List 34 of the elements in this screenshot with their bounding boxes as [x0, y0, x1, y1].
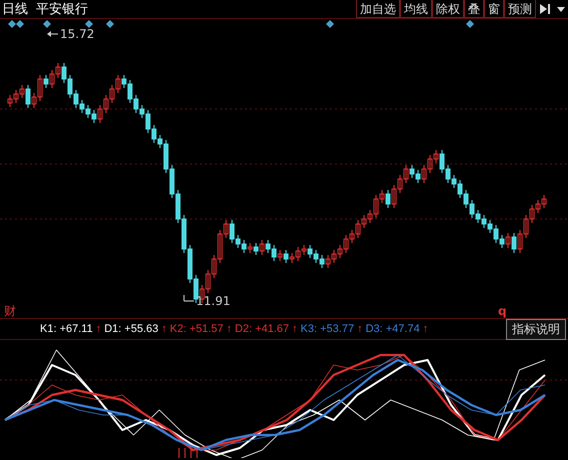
indicator-value: K2: +51.57 — [170, 323, 224, 335]
indicator-value: K3: +53.77 — [300, 323, 354, 335]
toolbar-button[interactable]: 预测 — [504, 0, 536, 18]
toolbar-button[interactable]: 叠 — [464, 0, 484, 18]
up-arrow: ↑ — [422, 323, 428, 335]
up-arrow: ↑ — [292, 323, 298, 335]
diamond-marker — [466, 20, 474, 28]
indicator-value: D2: +41.67 — [234, 323, 290, 335]
up-arrow: ↑ — [357, 323, 363, 335]
indicator-value: D3: +47.74 — [366, 323, 420, 335]
diamond-marker — [85, 20, 93, 28]
diamond-marker — [326, 20, 334, 28]
up-arrow: ↑ — [161, 323, 167, 335]
signal-tick — [184, 448, 186, 458]
indicator-value: K1: +67.11 — [40, 323, 93, 335]
low-price-label: 11.91 — [184, 294, 230, 308]
signal-tick — [196, 448, 198, 458]
finance-mark: 财 — [4, 304, 16, 318]
indicator-help-button[interactable]: 指标说明 — [506, 318, 566, 340]
indicator-value: D1: +55.63 — [104, 323, 158, 335]
event-mark: q — [498, 304, 507, 318]
high-price-label: 15.72 — [47, 27, 94, 41]
diamond-marker — [43, 20, 51, 28]
toolbar-button[interactable]: 除权 — [432, 0, 464, 18]
signal-tick — [178, 448, 180, 458]
up-arrow: ↑ — [226, 323, 232, 335]
period-label: 日线 — [1, 1, 28, 18]
diamond-marker — [106, 20, 114, 28]
toolbar-button[interactable]: 加自选 — [356, 0, 400, 18]
toolbar-button[interactable]: 均线 — [400, 0, 432, 18]
toolbar-button[interactable]: 窗 — [484, 0, 504, 18]
stock-name: 平安银行 — [36, 1, 88, 18]
signal-tick — [190, 448, 192, 458]
up-arrow: ↑ — [96, 323, 102, 335]
